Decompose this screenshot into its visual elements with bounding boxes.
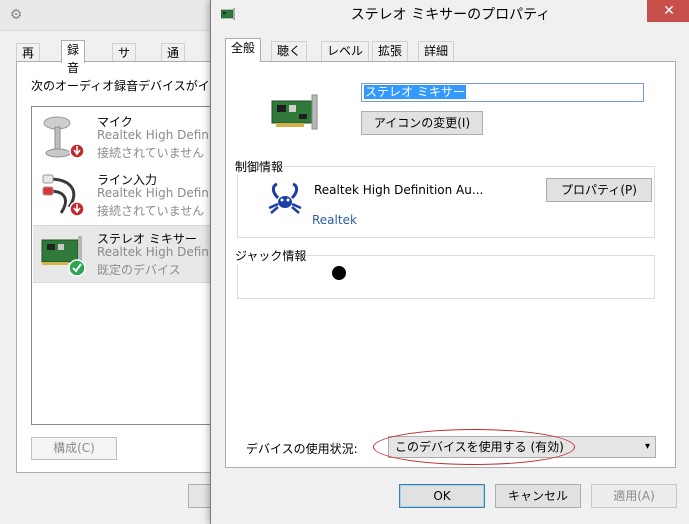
jack-info-label: ジャック情報 xyxy=(234,247,308,264)
microphone-icon xyxy=(43,116,85,159)
stereo-mixer-properties-dialog: ステレオ ミキサーのプロパティ ✕ 全般 聴く レベル 拡張 詳細 ステレオ ミ… xyxy=(210,0,689,524)
device-driver: Realtek High Definit xyxy=(97,128,217,142)
tab-listen[interactable]: 聴く xyxy=(271,41,308,61)
tab-communications[interactable]: 通信 xyxy=(161,43,186,78)
cancel-button[interactable]: キャンセル xyxy=(495,484,581,508)
device-usage-label: デバイスの使用状況: xyxy=(246,442,358,456)
tab-recording[interactable]: 録音 xyxy=(61,40,86,75)
jack-dot-icon xyxy=(332,266,346,280)
device-usage-select[interactable]: このデバイスを使用する (有効) ▾ xyxy=(388,436,656,458)
controller-info-label: 制御情報 xyxy=(234,158,285,175)
configure-button[interactable]: 構成(C) xyxy=(31,437,117,460)
change-icon-button[interactable]: アイコンの変更(I) xyxy=(361,111,483,135)
tab-playback[interactable]: 再生 xyxy=(16,43,41,78)
properties-titlebar: ステレオ ミキサーのプロパティ ✕ xyxy=(211,0,689,30)
close-button[interactable]: ✕ xyxy=(647,0,689,22)
realtek-crab-icon xyxy=(268,182,302,214)
speaker-icon: ⚙ xyxy=(9,7,23,23)
controller-vendor: Realtek xyxy=(312,213,357,227)
chevron-down-icon: ▾ xyxy=(644,441,650,452)
tab-sounds[interactable]: サウンド xyxy=(112,43,137,114)
device-driver: Realtek High Definit xyxy=(97,186,217,200)
ok-button[interactable]: OK xyxy=(399,484,485,508)
device-status: 既定のデバイス xyxy=(97,263,181,277)
sound-card-icon xyxy=(41,236,86,277)
device-name-selected-text: ステレオ ミキサー xyxy=(364,85,466,99)
controller-properties-button[interactable]: プロパティ(P) xyxy=(546,178,652,202)
rca-cable-icon xyxy=(42,174,85,217)
device-name-input[interactable]: ステレオ ミキサー xyxy=(361,83,644,102)
properties-title: ステレオ ミキサーのプロパティ xyxy=(350,7,551,23)
tab-enhancements[interactable]: 拡張 xyxy=(372,41,409,61)
device-usage-value: このデバイスを使用する (有効) xyxy=(395,440,564,454)
tab-advanced[interactable]: 詳細 xyxy=(418,41,455,61)
device-status: 接続されていません xyxy=(97,146,205,160)
device-status: 接続されていません xyxy=(97,204,205,218)
general-panel: ステレオ ミキサー アイコンの変更(I) 制御情報 Realtek High D… xyxy=(225,61,676,468)
tab-general[interactable]: 全般 xyxy=(225,38,262,62)
controller-name: Realtek High Definition Au... xyxy=(314,183,484,197)
sound-card-icon xyxy=(271,94,318,130)
tab-levels[interactable]: レベル xyxy=(321,41,370,61)
apply-button[interactable]: 適用(A) xyxy=(591,484,677,508)
device-driver: Realtek High Definit xyxy=(97,245,217,259)
